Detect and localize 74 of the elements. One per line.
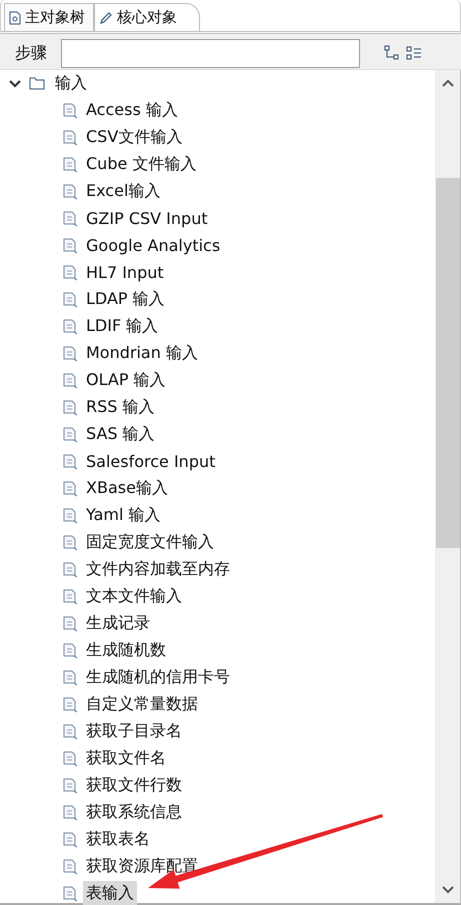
tree-item[interactable]: LDAP 输入 (83, 287, 168, 312)
tree-item[interactable]: 自定义常量数据 (83, 692, 201, 717)
pencil-icon (99, 10, 113, 24)
tree-item[interactable]: 获取文件名 (83, 746, 169, 771)
tree-item[interactable]: 表输入 (83, 881, 137, 905)
folder-icon (29, 77, 45, 90)
tree-item[interactable]: 文件内容加载至内存 (83, 557, 233, 582)
tree-item[interactable]: RSS 输入 (83, 395, 158, 420)
tree-item[interactable]: 获取表名 (83, 827, 153, 852)
step-icon (62, 156, 78, 172)
step-icon (62, 346, 78, 362)
tree-item[interactable]: XBase输入 (83, 476, 171, 501)
step-icon (62, 102, 78, 118)
tree-item[interactable]: 生成记录 (83, 611, 153, 636)
step-icon (62, 588, 78, 604)
step-icon (62, 264, 78, 280)
chevron-icon[interactable] (9, 78, 21, 90)
step-icon (62, 562, 78, 578)
step-icon (62, 832, 78, 848)
step-icon (62, 130, 78, 146)
tree-item[interactable]: 固定宽度文件输入 (83, 530, 217, 555)
tree-item[interactable]: Yaml 输入 (83, 503, 164, 528)
tree-item[interactable]: OLAP 输入 (83, 368, 169, 393)
step-icon (62, 292, 78, 308)
step-icon (62, 426, 78, 442)
step-icon (62, 804, 78, 820)
tree-item[interactable]: 获取子目录名 (83, 719, 185, 744)
step-icon (62, 508, 78, 524)
step-icon (62, 480, 78, 496)
steps-label: 步骤 (15, 42, 47, 64)
tree-item[interactable]: Mondrian 输入 (83, 341, 201, 366)
tree-item[interactable]: 获取系统信息 (83, 800, 185, 825)
step-icon (62, 616, 78, 632)
step-icon (62, 778, 78, 794)
tree-item[interactable]: CSV文件输入 (83, 125, 186, 150)
tree-item[interactable]: SAS 输入 (83, 422, 158, 447)
step-icon (62, 210, 78, 226)
step-icon (62, 534, 78, 550)
tree-item[interactable]: Excel输入 (83, 179, 164, 204)
scroll-up-icon[interactable] (442, 79, 454, 87)
tree-folder[interactable]: 输入 (0, 70, 435, 97)
step-icon (62, 372, 78, 388)
tree-item[interactable]: 生成随机数 (83, 638, 169, 663)
step-icon (62, 642, 78, 658)
step-icon (62, 670, 78, 686)
scrollbar[interactable] (435, 70, 460, 903)
tab[interactable]: 主对象树 (4, 3, 94, 31)
step-icon (62, 886, 78, 902)
tree-item[interactable]: 生成随机的信用卡号 (83, 665, 233, 690)
tree-item[interactable]: Google Analytics (83, 234, 224, 257)
tree-item[interactable]: Salesforce Input (83, 450, 218, 473)
tree-view-icon[interactable] (384, 45, 400, 61)
step-icon (62, 858, 78, 874)
tree-item[interactable]: Cube 文件输入 (83, 152, 200, 177)
step-icon (62, 318, 78, 334)
tree-item[interactable]: Access 输入 (83, 98, 181, 123)
tree-item[interactable]: 获取文件行数 (83, 773, 185, 798)
tab[interactable]: 核心对象 (94, 3, 200, 31)
step-icon (62, 400, 78, 416)
step-icon (62, 724, 78, 740)
search-field[interactable] (61, 38, 360, 68)
list-view-icon[interactable] (406, 45, 422, 61)
step-icon (62, 238, 78, 254)
scroll-down-icon[interactable] (442, 886, 454, 894)
tree-item[interactable]: LDIF 输入 (83, 314, 162, 339)
tree-item[interactable]: HL7 Input (83, 261, 167, 284)
document-icon (9, 10, 21, 24)
tree-item[interactable]: GZIP CSV Input (83, 207, 211, 230)
step-icon (62, 696, 78, 712)
tree-item[interactable]: 文本文件输入 (83, 584, 185, 609)
step-icon (62, 750, 78, 766)
scroll-thumb[interactable] (436, 178, 460, 548)
step-icon (62, 184, 78, 200)
step-icon (62, 454, 78, 470)
